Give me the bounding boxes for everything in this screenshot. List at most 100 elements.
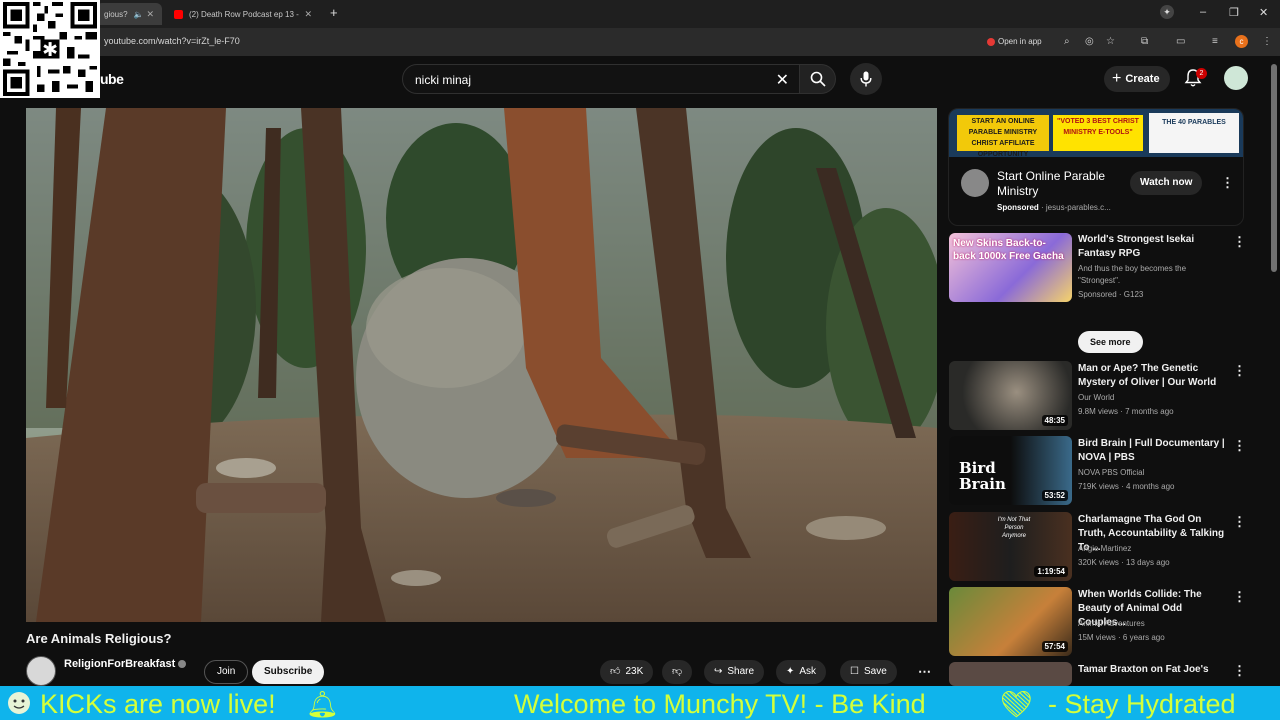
- svg-text:✱: ✱: [42, 39, 58, 60]
- related-description: And thus the boy becomes the "Strongest"…: [1078, 264, 1187, 285]
- tab-label: (2) Death Row Podcast ep 13 -: [189, 9, 299, 19]
- join-button[interactable]: Join: [204, 660, 249, 684]
- duration-badge: 48:35: [1041, 415, 1068, 426]
- heart-icon: 💚︎: [1000, 689, 1034, 719]
- plus-icon: +: [1112, 70, 1122, 87]
- thumbnail-text: New Skins Back-to-back 1000x Free Gacha: [953, 238, 1064, 262]
- related-channel[interactable]: Animal Adventures: [1078, 619, 1145, 628]
- search-box[interactable]: nicki minaj ✕: [402, 64, 800, 94]
- browser-tab-bar: gious? 🔈 ✕ (2) Death Row Podcast ep 13 -…: [0, 0, 1280, 28]
- related-meta: 9.8M views · 7 months ago: [1078, 407, 1174, 416]
- microphone-icon: [860, 71, 872, 87]
- ask-label: Ask: [799, 666, 817, 677]
- thumbnail-text: Bird Brain: [959, 459, 1006, 493]
- close-window-icon[interactable]: ✕: [1259, 6, 1268, 19]
- notification-count-badge: 2: [1196, 68, 1207, 79]
- related-meta: 320K views · 13 days ago: [1078, 558, 1170, 567]
- save-label: Save: [863, 666, 887, 677]
- mascot-icon: [0, 686, 38, 720]
- channel-name[interactable]: ReligionForBreakfast: [64, 658, 175, 670]
- save-button[interactable]: ☐ Save: [840, 660, 897, 684]
- zoom-icon[interactable]: ⌕: [1064, 36, 1070, 47]
- new-tab-icon[interactable]: +: [330, 5, 338, 20]
- extensions-icon[interactable]: ⧉: [1141, 36, 1148, 47]
- video-title: Are Animals Religious?: [26, 631, 172, 646]
- see-more-button[interactable]: See more: [1078, 331, 1143, 353]
- related-channel[interactable]: NOVA PBS Official: [1078, 468, 1144, 477]
- voice-search-button[interactable]: [850, 63, 882, 95]
- url-field[interactable]: youtube.com/watch?v=irZt_le-F70: [104, 36, 240, 46]
- tab-death-row-podcast[interactable]: (2) Death Row Podcast ep 13 - ✕: [166, 3, 320, 25]
- create-button[interactable]: + Create: [1104, 66, 1170, 92]
- related-thumbnail[interactable]: New Skins Back-to-back 1000x Free Gacha: [949, 233, 1072, 302]
- page-scrollbar[interactable]: [1271, 64, 1277, 272]
- stream-ticker-banner: KICKs are now live! 🔔︎ Welcome to Munchy…: [0, 686, 1280, 720]
- screen: gious? 🔈 ✕ (2) Death Row Podcast ep 13 -…: [0, 0, 1280, 720]
- ad-banner-text-1: START AN ONLINE PARABLE MINISTRY CHRIST …: [957, 115, 1049, 158]
- related-options-icon[interactable]: ⋮: [1233, 234, 1246, 250]
- watch-now-button[interactable]: Watch now: [1130, 171, 1203, 195]
- sponsored-label: Sponsored: [997, 203, 1039, 212]
- ad-banner-text-2: "VOTED 3 BEST CHRIST MINISTRY E-TOOLS": [1053, 115, 1143, 151]
- like-button[interactable]: 👍︎ 23K: [600, 660, 654, 684]
- thumbs-up-icon: 👍︎: [610, 666, 621, 677]
- thumbnail-text: I'm Not That Person Anymore: [997, 517, 1031, 539]
- related-thumbnail[interactable]: I'm Not That Person Anymore 1:19:54: [949, 512, 1072, 581]
- sparkle-icon: ✦: [786, 666, 795, 677]
- ad-banner-image: START AN ONLINE PARABLE MINISTRY CHRIST …: [949, 109, 1243, 158]
- ticker-text-left: KICKs are now live!: [40, 689, 276, 719]
- cast-icon[interactable]: ▭: [1176, 36, 1185, 47]
- related-thumbnail[interactable]: 57:54: [949, 587, 1072, 656]
- channel-avatar[interactable]: [26, 656, 56, 686]
- sponsored-ad-card[interactable]: START AN ONLINE PARABLE MINISTRY CHRIST …: [948, 108, 1244, 226]
- verified-check-icon: [178, 660, 186, 668]
- ask-button[interactable]: ✦ Ask: [776, 660, 827, 684]
- speaker-icon[interactable]: 🔈: [134, 10, 144, 19]
- profile-avatar[interactable]: c: [1235, 35, 1248, 48]
- dislike-button[interactable]: 👎︎: [662, 660, 693, 684]
- search-input[interactable]: nicki minaj: [415, 73, 471, 87]
- youtube-logo[interactable]: ube: [100, 71, 124, 87]
- more-actions-icon[interactable]: ⋯: [918, 664, 931, 680]
- related-thumbnail[interactable]: Bird Brain 53:52: [949, 436, 1072, 505]
- star-icon[interactable]: ☆: [1106, 36, 1115, 47]
- open-in-app-button[interactable]: Open in app: [982, 33, 1050, 51]
- related-thumbnail[interactable]: 48:35: [949, 361, 1072, 430]
- related-title[interactable]: World's Strongest Isekai Fantasy RPG: [1078, 233, 1228, 261]
- related-options-icon[interactable]: ⋮: [1233, 363, 1246, 379]
- related-options-icon[interactable]: ⋮: [1233, 589, 1246, 605]
- extensions-spark-icon[interactable]: ✦: [1160, 5, 1174, 19]
- related-title[interactable]: Tamar Braxton on Fat Joe's: [1078, 663, 1228, 677]
- minimize-icon[interactable]: –: [1200, 6, 1206, 18]
- related-options-icon[interactable]: ⋮: [1233, 663, 1246, 679]
- ad-options-icon[interactable]: ⋮: [1221, 175, 1234, 191]
- ad-title: Start Online Parable Ministry: [997, 169, 1106, 198]
- related-channel[interactable]: Angie Martinez: [1078, 544, 1131, 553]
- related-title[interactable]: Man or Ape? The Genetic Mystery of Olive…: [1078, 362, 1228, 390]
- related-thumbnail[interactable]: [949, 662, 1072, 686]
- restore-icon[interactable]: ❐: [1229, 6, 1239, 19]
- duration-badge: 1:19:54: [1034, 566, 1068, 577]
- account-avatar[interactable]: [1224, 66, 1248, 90]
- ticker-text-right-2: - Stay Hydrated: [1048, 689, 1236, 719]
- search-button[interactable]: [800, 64, 836, 94]
- close-tab-icon[interactable]: ✕: [304, 9, 312, 20]
- share-icon: ↪: [714, 666, 723, 677]
- related-meta: Sponsored · G123: [1078, 290, 1144, 299]
- related-meta: 719K views · 4 months ago: [1078, 482, 1175, 491]
- share-button[interactable]: ↪ Share: [704, 660, 765, 684]
- qr-code-image: ✱: [0, 0, 100, 98]
- related-title[interactable]: Bird Brain | Full Documentary | NOVA | P…: [1078, 437, 1228, 465]
- related-options-icon[interactable]: ⋮: [1233, 438, 1246, 454]
- related-channel[interactable]: Our World: [1078, 393, 1114, 402]
- related-options-icon[interactable]: ⋮: [1233, 514, 1246, 530]
- close-tab-icon[interactable]: ✕: [146, 9, 154, 20]
- media-icon[interactable]: ≡: [1212, 36, 1218, 47]
- eye-off-icon[interactable]: ◎: [1085, 36, 1094, 47]
- chrome-menu-icon[interactable]: ⋮: [1262, 36, 1272, 47]
- subscribe-button[interactable]: Subscribe: [252, 660, 325, 684]
- create-label: Create: [1125, 73, 1160, 85]
- tab-current[interactable]: gious? 🔈 ✕: [96, 3, 162, 25]
- clear-search-icon[interactable]: ✕: [776, 70, 789, 90]
- video-player[interactable]: [26, 108, 937, 622]
